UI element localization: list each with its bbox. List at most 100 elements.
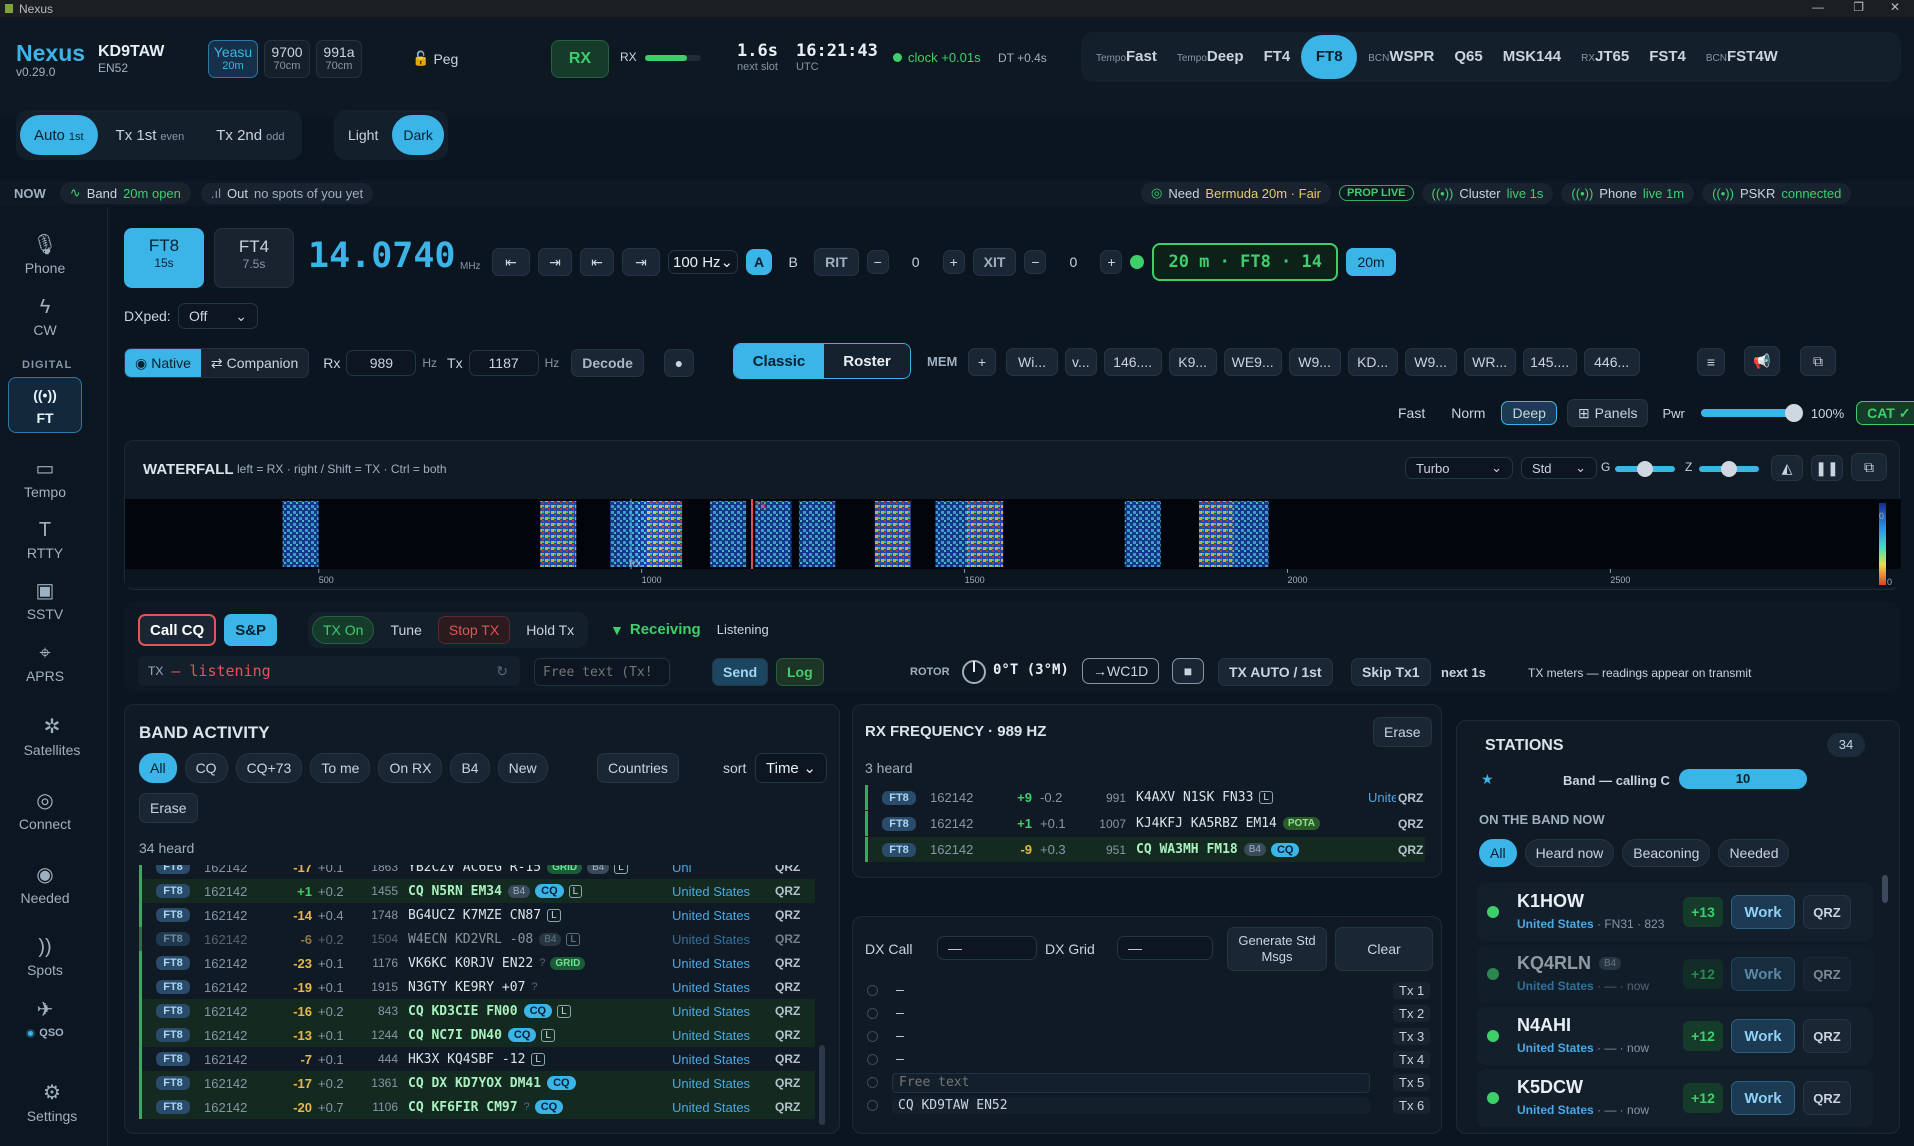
- table-row[interactable]: FT8 162142 -17 +0.2 1361 CQ DX KD7YOX DM41 CQ U…: [139, 1071, 815, 1095]
- close-icon[interactable]: ✕: [1890, 0, 1900, 14]
- station-qrz-button[interactable]: QRZ: [1803, 957, 1851, 991]
- qrz-link[interactable]: QRZ: [775, 865, 800, 874]
- qrz-link[interactable]: QRZ: [775, 1076, 800, 1090]
- rit-plus-button[interactable]: +: [942, 250, 965, 274]
- rx-frequency-list[interactable]: FT8 162142 +9 -0.2 991 K4AXV N1SK FN33 L Unite Q…: [865, 785, 1425, 863]
- qrz-link[interactable]: QRZ: [1398, 791, 1423, 805]
- countries-button[interactable]: Countries: [597, 753, 679, 783]
- pwr-slider[interactable]: [1700, 404, 1803, 422]
- memory-slot-button[interactable]: WE9...: [1223, 348, 1282, 376]
- need-chip[interactable]: ◎ Need Bermuda 20m · Fair: [1141, 182, 1332, 204]
- work-button[interactable]: Work: [1731, 1081, 1795, 1115]
- tx-message-row[interactable]: — Tx 2: [865, 1002, 1435, 1025]
- memory-slot-button[interactable]: 145....: [1522, 348, 1577, 376]
- log-button[interactable]: Log: [776, 658, 824, 686]
- qrz-link[interactable]: QRZ: [1398, 843, 1423, 857]
- tx-radio[interactable]: [867, 1077, 878, 1088]
- sidebar-item-ft[interactable]: ((•)) FT: [8, 377, 82, 433]
- call-cq-button[interactable]: Call CQ: [138, 614, 217, 646]
- stations-scrollbar[interactable]: [1882, 875, 1888, 903]
- station-card[interactable]: N4AHI United States · — · now +12 Work QRZ: [1477, 1007, 1873, 1065]
- filter-cq-73[interactable]: CQ+73: [235, 753, 303, 783]
- tune-up-button[interactable]: ⇤: [580, 248, 614, 276]
- rit-value[interactable]: 0: [897, 254, 935, 270]
- mode-tab-tempodeep[interactable]: Tempo Deep: [1168, 35, 1253, 79]
- filter-cq[interactable]: CQ: [184, 753, 228, 783]
- tx-radio[interactable]: [867, 1008, 878, 1019]
- theme-light-button[interactable]: Light: [338, 115, 388, 155]
- skip-tx1-button[interactable]: Skip Tx1: [1351, 658, 1431, 686]
- mode-tab-fst4[interactable]: FST4: [1640, 35, 1695, 79]
- tx-message-row[interactable]: — Tx 3: [865, 1025, 1435, 1048]
- tune-button[interactable]: Tune: [380, 616, 431, 644]
- theme-dark-button[interactable]: Dark: [392, 115, 444, 155]
- hold-tx-button[interactable]: Hold Tx: [516, 616, 584, 644]
- table-row[interactable]: FT8 162142 -19 +0.1 1915 N3GTY KE9RY +07? Unit…: [139, 975, 815, 999]
- tx-order-2-button[interactable]: Tx 2nd odd: [202, 115, 298, 155]
- table-row[interactable]: FT8 162142 -17 +0.1 1863 YB2CZV AC6EG R-15 GRI…: [139, 865, 815, 879]
- tune-down-button[interactable]: ⇥: [538, 248, 572, 276]
- memory-slot-button[interactable]: KD...: [1347, 348, 1398, 376]
- tx-radio[interactable]: [867, 985, 878, 996]
- station-card[interactable]: K5DCW United States · — · now +12 Work QRZ: [1477, 1069, 1873, 1127]
- station-qrz-button[interactable]: QRZ: [1803, 1081, 1851, 1115]
- station-qrz-button[interactable]: QRZ: [1803, 895, 1851, 929]
- sp-button[interactable]: S&P: [224, 614, 278, 646]
- tune-down-fast-button[interactable]: ⇤: [492, 248, 530, 276]
- tx-on-button[interactable]: TX On: [312, 616, 375, 644]
- filter-on-rx[interactable]: On RX: [378, 753, 443, 783]
- stations-filter-beaconing[interactable]: Beaconing: [1622, 839, 1711, 867]
- sidebar-item-sstv[interactable]: ▣ SSTV: [8, 573, 82, 629]
- qrz-link[interactable]: QRZ: [775, 1100, 800, 1114]
- qrz-link[interactable]: QRZ: [775, 1004, 800, 1018]
- decode-button[interactable]: Decode: [571, 349, 644, 377]
- decode-norm-button[interactable]: Norm: [1441, 401, 1495, 425]
- waterfall-palette-select[interactable]: Std ⌄: [1521, 457, 1597, 479]
- zoom-slider[interactable]: [1699, 461, 1759, 477]
- speaker-icon[interactable]: 📢: [1744, 346, 1780, 376]
- waterfall-display[interactable]: RX TX 500 1000 1500 2000 2500 0 0: [125, 499, 1901, 587]
- band-activity-scrollbar[interactable]: [819, 1045, 825, 1125]
- rotor-target-button[interactable]: →WC1D: [1082, 658, 1160, 684]
- clear-button[interactable]: Clear: [1335, 927, 1433, 971]
- vfo-frequency[interactable]: 14.0740: [308, 236, 456, 276]
- memory-slot-button[interactable]: W9...: [1288, 348, 1341, 376]
- band-activity-list[interactable]: FT8 162142 -17 +0.1 1863 YB2CZV AC6EG R-15 GRI…: [139, 865, 815, 1127]
- sidebar-item-satellites[interactable]: ✲ Satellites: [12, 709, 92, 765]
- qrz-link[interactable]: QRZ: [775, 980, 800, 994]
- tx-radio[interactable]: [867, 1054, 878, 1065]
- tx-radio[interactable]: [867, 1100, 878, 1111]
- panels-button[interactable]: ⊞ Panels: [1566, 399, 1649, 427]
- radio-button[interactable]: Yeasu 20m: [208, 40, 258, 78]
- tx-radio[interactable]: [867, 1031, 878, 1042]
- work-button[interactable]: Work: [1731, 895, 1795, 929]
- sidebar-item-settings[interactable]: ⚙ Settings: [12, 1075, 92, 1131]
- table-row[interactable]: FT8 162142 -20 +0.7 1106 CQ KF6FIR CM97? CQ Uni…: [139, 1095, 815, 1119]
- waterfall-speed-select[interactable]: Turbo ⌄: [1405, 457, 1513, 479]
- tx-freq-input[interactable]: 1187: [468, 350, 539, 376]
- filter-new[interactable]: New: [497, 753, 548, 783]
- memory-slot-button[interactable]: v...: [1065, 348, 1097, 376]
- waterfall-pause-icon[interactable]: ❚❚: [1811, 455, 1843, 481]
- stations-filter-needed[interactable]: Needed: [1718, 839, 1790, 867]
- table-row[interactable]: FT8 162142 +1 +0.2 1455 CQ N5RN EM34 B4 CQ L Unit…: [139, 879, 815, 903]
- generate-msgs-button[interactable]: Generate Std Msgs: [1227, 927, 1327, 971]
- filter-all[interactable]: All: [139, 753, 177, 783]
- sidebar-item-rtty[interactable]: T RTTY: [8, 512, 82, 568]
- mode-tab-tempofast[interactable]: Tempo Fast: [1087, 35, 1166, 79]
- mode-tab-q65[interactable]: Q65: [1445, 35, 1491, 79]
- mode-ft8-button[interactable]: FT8 15s: [124, 228, 204, 288]
- send-button[interactable]: Send: [712, 658, 769, 686]
- qrz-link[interactable]: QRZ: [775, 884, 800, 898]
- table-row[interactable]: FT8 162142 -6 +0.2 1504 W4ECN KD2VRL -08 B4 L Un…: [139, 927, 815, 951]
- table-row[interactable]: FT8 162142 -16 +0.2 843 CQ KD3CIE FN00 CQ L Unit…: [139, 999, 815, 1023]
- minimize-icon[interactable]: —: [1812, 0, 1824, 14]
- popout-icon[interactable]: ⧉: [1800, 346, 1836, 376]
- mode-tab-rxjt65[interactable]: RX JT65: [1572, 35, 1638, 79]
- tx-message-row[interactable]: — Tx 4: [865, 1048, 1435, 1071]
- stop-tx-button[interactable]: Stop TX: [437, 616, 511, 644]
- refresh-icon[interactable]: ↻: [496, 663, 508, 680]
- rx-frequency-erase-button[interactable]: Erase: [1373, 717, 1432, 747]
- decode-fast-button[interactable]: Fast: [1388, 401, 1435, 425]
- classic-button[interactable]: Classic: [734, 344, 824, 378]
